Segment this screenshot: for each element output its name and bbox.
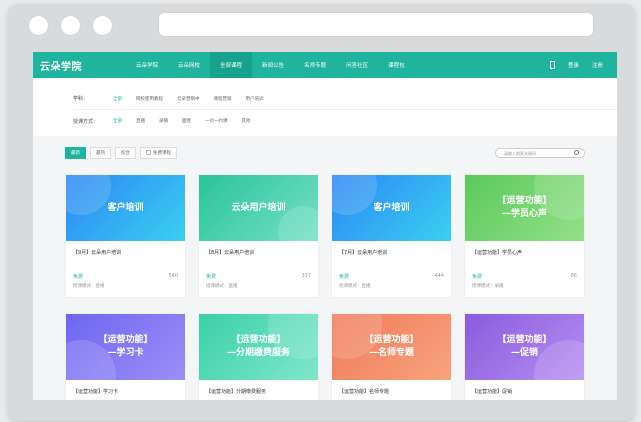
free-only-toggle[interactable]: 免费课程 [140,147,177,159]
course-title[interactable]: 【8月】云朵用户培训 [199,241,318,256]
mode-option[interactable]: 直播 [136,118,145,124]
course-card[interactable]: 【运营功能】 —名师专题 【运营功能】名师专题 [331,313,452,400]
course-thumbnail[interactable]: 【运营功能】 —名师专题 [332,314,451,380]
course-thumbnail[interactable]: 【运营功能】 —促销 [465,314,584,380]
subject-option[interactable]: 全部 [113,96,122,102]
subject-label: 学科： [73,96,89,102]
sort-newest-button[interactable]: 最新 [65,147,86,159]
subject-option[interactable]: 用户培训 [246,96,264,102]
course-card[interactable]: 【运营功能】 —促销 【运营功能】促销 [464,313,585,400]
mode-label: 授课方式： [73,118,99,125]
window-dot[interactable] [92,15,113,36]
course-views: 444 [434,273,444,279]
mode-option[interactable]: 全部 [113,118,122,124]
course-price-row: 免费 337 [199,256,318,280]
checkbox-icon [146,150,151,155]
subject-filter-row: 学科： 全部 网校使用教程 云朵营销中 课程营销 用户培训 [73,78,617,110]
mode-filter-row: 授课方式： 全部 直播 录播 面授 一对一约课 其他 [73,110,617,132]
search-input[interactable]: 请输入搜索关键词 [495,148,585,158]
course-card[interactable]: 【运营功能】 —学员心声 【运营功能】学员心声 免费 86 授课模式：录播 [464,174,585,298]
course-price: 免费 [472,274,483,280]
course-price: 免费 [339,274,350,280]
course-views: 337 [301,273,311,279]
mode-option[interactable]: 一对一约课 [205,118,228,124]
nav-item-yunduo[interactable]: 云朵学院 [126,52,168,78]
address-bar[interactable] [158,12,594,37]
course-card[interactable]: 客户培训 【7月】云朵用户培训 免费 444 授课模式：直播 [331,174,452,298]
subject-option[interactable]: 网校使用教程 [136,96,163,102]
course-price: 免费 [206,274,217,280]
login-link[interactable]: 登录 [568,61,579,69]
course-price-row: 免费 444 [332,256,451,280]
decor-circle [66,175,111,215]
course-mode: 授课模式：直播 [73,284,105,289]
subject-option[interactable]: 云朵营销中 [177,96,200,102]
course-mode: 授课模式：直播 [339,284,371,289]
banner-text: 云朵用户培训 [231,202,286,213]
course-thumbnail[interactable]: 【运营功能】 —学员心声 [465,175,584,241]
course-title[interactable]: 【9月】云朵用户培训 [66,241,185,256]
course-card[interactable]: 【运营功能】 —分期缴费服务 【运营功能】分期缴费服务 [198,313,319,400]
sort-hottest-button[interactable]: 最热 [90,147,111,159]
mode-option[interactable]: 录播 [159,118,168,124]
search-icon[interactable] [574,150,579,155]
subject-option[interactable]: 课程营销 [214,96,232,102]
course-mode: 授课模式：直播 [206,284,238,289]
course-price-row: 免费 86 [465,256,584,280]
phone-icon[interactable] [549,61,555,69]
course-card[interactable]: 【运营功能】 —学习卡 【运营功能】学习卡 [65,313,186,400]
course-title[interactable]: 【运营功能】名师专题 [332,380,451,395]
search-placeholder: 请输入搜索关键词 [504,151,536,156]
window-dot[interactable] [28,15,49,36]
nav-items: 云朵学院 云朵网校 全部课程 新闻公告 名师专题 问答社区 课程包 [126,52,415,78]
course-title[interactable]: 【运营功能】学习卡 [66,380,185,395]
window-dot[interactable] [60,15,81,36]
course-thumbnail[interactable]: 【运营功能】 —分期缴费服务 [199,314,318,380]
filter-panel: 学科： 全部 网校使用教程 云朵营销中 课程营销 用户培训 授课方式： 全部 直… [33,78,617,136]
course-views: 540 [168,273,178,279]
nav-item-teachers[interactable]: 名师专题 [294,52,336,78]
sort-toolbar: 最新 最热 综合 免费课程 请输入搜索关键词 [65,146,617,160]
course-price-row: 免费 540 [66,256,185,280]
course-title[interactable]: 【运营功能】学员心声 [465,241,584,256]
site-logo[interactable]: 云朵学院 [40,58,126,73]
course-card[interactable]: 云朵用户培训 【8月】云朵用户培训 免费 337 授课模式：直播 [198,174,319,298]
banner-text: 客户培训 [373,202,410,213]
course-card[interactable]: 客户培训 【9月】云朵用户培训 免费 540 授课模式：直播 [65,174,186,298]
course-thumbnail[interactable]: 云朵用户培训 [199,175,318,241]
course-title[interactable]: 【运营功能】促销 [465,380,584,395]
course-title[interactable]: 【运营功能】分期缴费服务 [199,380,318,395]
course-views: 86 [570,273,577,279]
sort-overall-button[interactable]: 综合 [115,147,136,159]
course-price: 免费 [73,274,84,280]
course-title[interactable]: 【7月】云朵用户培训 [332,241,451,256]
register-link[interactable]: 注册 [592,61,603,69]
nav-item-packages[interactable]: 课程包 [378,52,415,78]
top-nav: 云朵学院 云朵学院 云朵网校 全部课程 新闻公告 名师专题 问答社区 课程包 登… [33,52,617,78]
nav-item-netschool[interactable]: 云朵网校 [168,52,210,78]
banner-text: 客户培训 [107,202,144,213]
nav-right: 登录 注册 [549,52,603,78]
course-mode: 授课模式：录播 [472,284,504,289]
mode-option[interactable]: 其他 [242,118,251,124]
nav-item-qa[interactable]: 问答社区 [336,52,378,78]
page: 云朵学院 云朵学院 云朵网校 全部课程 新闻公告 名师专题 问答社区 课程包 登… [33,52,617,400]
course-grid: 客户培训 【9月】云朵用户培训 免费 540 授课模式：直播 云朵用户培训 【8月… [65,174,587,400]
course-thumbnail[interactable]: 客户培训 [66,175,185,241]
nav-item-news[interactable]: 新闻公告 [252,52,294,78]
decor-circle [332,175,377,215]
free-only-label: 免费课程 [153,151,171,156]
mode-option[interactable]: 面授 [182,118,191,124]
course-thumbnail[interactable]: 客户培训 [332,175,451,241]
course-thumbnail[interactable]: 【运营功能】 —学习卡 [66,314,185,380]
nav-item-all-courses[interactable]: 全部课程 [210,52,253,78]
